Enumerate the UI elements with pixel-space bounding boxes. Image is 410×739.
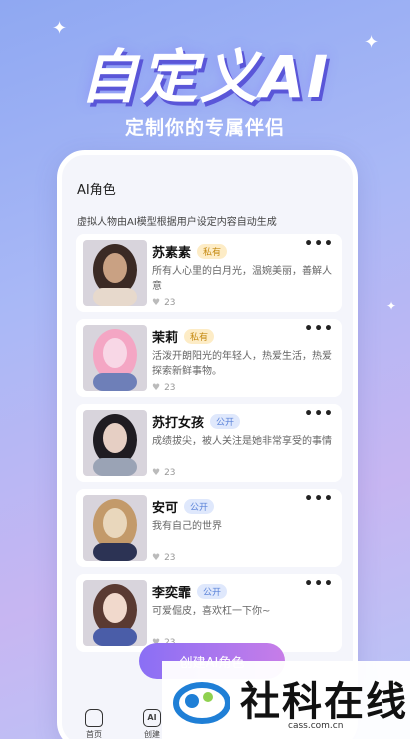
more-options-icon[interactable]: •••: [304, 576, 334, 592]
character-name: 苏素素: [152, 246, 192, 261]
character-name: 茉莉: [152, 331, 179, 346]
phone-frame: AI角色 虚拟人物由AI模型根据用户设定内容自动生成 苏素素 私有 ••• 所有人心里…: [57, 150, 358, 739]
section-title: AI角色: [77, 183, 116, 198]
heart-icon: ♥: [152, 298, 161, 308]
section-description: 虚拟人物由AI模型根据用户设定内容自动生成: [77, 217, 277, 228]
like-count-value: 23: [164, 383, 176, 393]
character-card[interactable]: 安可 公开 ••• 我有自己的世界 ♥ 23: [76, 489, 342, 567]
character-name: 李奕霏: [152, 586, 192, 601]
heart-icon: ♥: [152, 553, 161, 563]
character-description: 我有自己的世界: [152, 521, 222, 532]
like-count-value: 23: [164, 468, 176, 478]
visibility-badge: 公开: [184, 499, 215, 514]
more-options-icon[interactable]: •••: [304, 321, 334, 337]
character-list: 苏素素 私有 ••• 所有人心里的白月光，温婉美丽，善解人意 ♥ 23 茉莉 私有 ••• 活泼开…: [76, 234, 342, 659]
like-count[interactable]: ♥23: [152, 383, 176, 393]
visibility-badge: 公开: [197, 584, 228, 599]
hero-subtitle: 定制你的专属伴侣: [124, 117, 285, 139]
like-count[interactable]: ♥23: [152, 298, 176, 308]
character-description: 可爱倔皮，喜欢杠一下你~: [152, 606, 271, 617]
more-options-icon[interactable]: •••: [304, 236, 334, 252]
avatar: [83, 325, 147, 391]
character-card[interactable]: 苏打女孩 公开 ••• 成绩拔尖，被人关注是她非常享受的事情 ♥ 23: [76, 404, 342, 482]
character-card[interactable]: 李奕霏公开•••可爱倔皮，喜欢杠一下你~♥23: [76, 574, 342, 652]
character-description: 成绩拔尖，被人关注是她非常享受的事情: [152, 436, 332, 447]
character-card[interactable]: 茉莉 私有 ••• 活泼开朗阳光的年轻人，热爱生活，热爱探索新鲜事物。 ♥ 23: [76, 319, 342, 397]
avatar: [83, 495, 147, 561]
character-name: 苏打女孩: [152, 416, 205, 431]
watermark-url: cass.com.cn: [288, 721, 344, 731]
tab-create-label: 创建: [144, 730, 160, 739]
tab-home-label: 首页: [86, 730, 102, 739]
watermark: 社科在线 cass.com.cn: [162, 661, 410, 739]
visibility-badge: 私有: [184, 329, 215, 344]
avatar: [83, 240, 147, 306]
like-count[interactable]: ♥23: [152, 553, 176, 563]
character-description: 活泼开朗阳光的年轻人，热爱生活，热爱探索新鲜事物。: [152, 351, 332, 377]
character-card[interactable]: 苏素素 私有 ••• 所有人心里的白月光，温婉美丽，善解人意 ♥ 23: [76, 234, 342, 312]
home-icon: [85, 709, 103, 727]
more-options-icon[interactable]: •••: [304, 406, 334, 422]
avatar: [83, 580, 147, 646]
avatar: [83, 410, 147, 476]
character-description: 所有人心里的白月光，温婉美丽，善解人意: [152, 266, 332, 292]
like-count-value: 23: [164, 553, 176, 563]
heart-icon: ♥: [152, 468, 161, 478]
tab-home[interactable]: 首页: [74, 709, 114, 739]
more-options-icon[interactable]: •••: [304, 491, 334, 507]
ai-icon: AI: [143, 709, 161, 727]
visibility-badge: 私有: [197, 244, 228, 259]
cloud-logo-icon: [173, 682, 230, 724]
watermark-text: 社科在线: [240, 679, 408, 725]
character-name: 安可: [152, 501, 179, 516]
heart-icon: ♥: [152, 383, 161, 393]
like-count[interactable]: ♥23: [152, 468, 176, 478]
like-count-value: 23: [164, 298, 176, 308]
sparkle-icon: ✦: [386, 299, 397, 313]
hero-title: 自定义AI: [79, 43, 331, 111]
visibility-badge: 公开: [210, 414, 241, 429]
